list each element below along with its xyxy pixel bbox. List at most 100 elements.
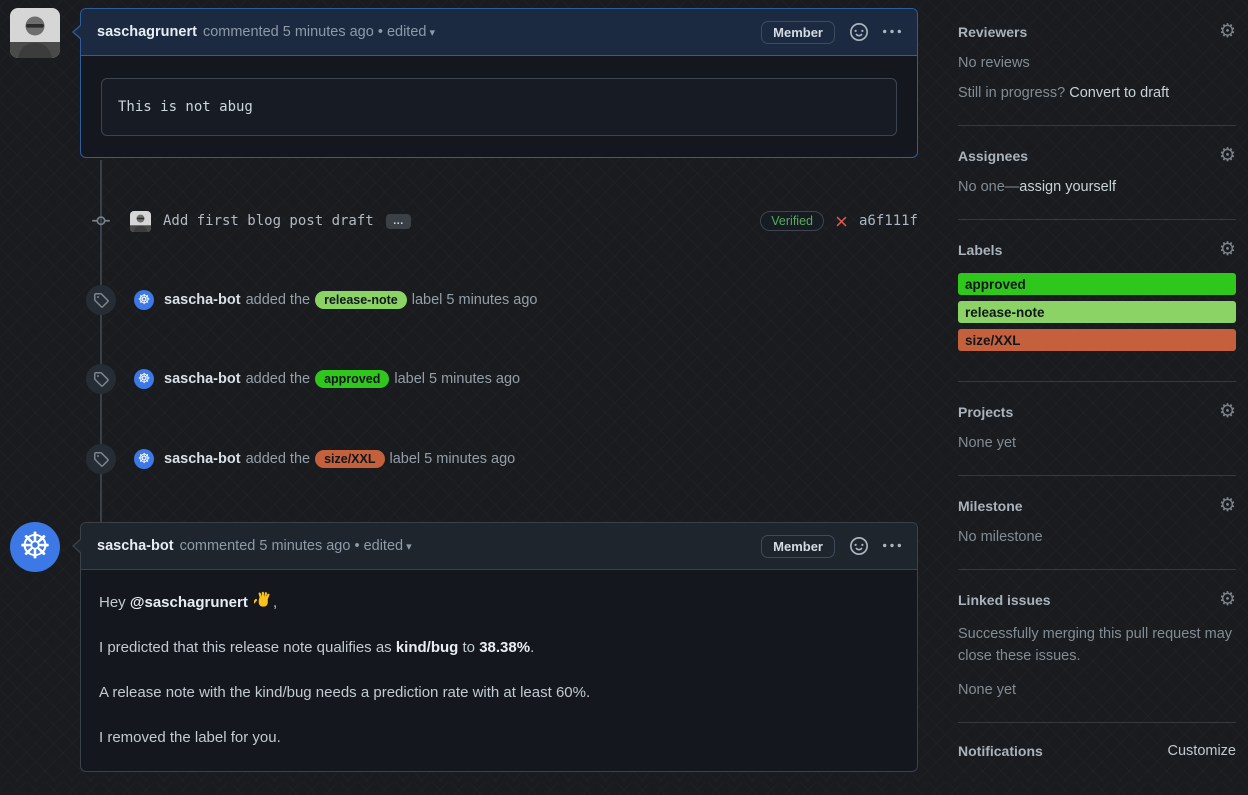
reviewers-title: Reviewers (958, 23, 1028, 40)
sidebar-section-projects: Projects ⚙ None yet (958, 382, 1236, 476)
comment-caret (72, 538, 82, 554)
smiley-icon (850, 537, 868, 555)
convert-to-draft-link[interactable]: Convert to draft (1069, 85, 1169, 101)
milestone-empty: No milestone (958, 529, 1043, 545)
linked-issues-description: Successfully merging this pull request m… (958, 626, 1233, 665)
avatar-sascha-bot-large[interactable]: ☸ (10, 522, 60, 572)
sidebar-section-linked-issues: Linked issues ⚙ Successfully merging thi… (958, 570, 1236, 723)
portrait-photo (10, 8, 60, 58)
prediction-text: I predicted that this release note quali… (99, 639, 396, 656)
event-actor[interactable]: sascha-bot (164, 292, 241, 308)
member-badge: Member (761, 20, 835, 44)
label-pill-release-note[interactable]: release-note (315, 291, 407, 309)
gear-icon[interactable]: ⚙ (1219, 240, 1236, 259)
kubernetes-wheel-icon: ☸ (137, 292, 151, 308)
kubernetes-wheel-icon: ☸ (137, 451, 151, 467)
event-action: added the (245, 451, 311, 467)
avatar-sascha-bot[interactable]: ☸ (134, 449, 154, 469)
kubernetes-wheel-icon: ☸ (137, 371, 151, 387)
comment-body: This is not abug (81, 56, 917, 152)
greeting-text: Hey (99, 594, 130, 611)
sidebar-label-release-note[interactable]: release-note (958, 301, 1236, 323)
comment-meta: commented 5 minutes ago • edited (179, 538, 404, 554)
avatar-saschagrunert[interactable] (10, 8, 60, 58)
sidebar-section-labels: Labels ⚙ approved release-note size/XXL (958, 220, 1236, 382)
event-actor[interactable]: sascha-bot (164, 371, 241, 387)
comment-header: saschagrunert commented 5 minutes ago • … (72, 9, 917, 56)
kind-bug-text: kind/bug (395, 639, 459, 656)
edited-dropdown-icon[interactable]: ▾ (429, 26, 435, 39)
portrait-photo (130, 210, 151, 232)
prediction-rate-value: 38.38% (479, 639, 531, 656)
event-action: added the (245, 371, 311, 387)
mention-saschagrunert[interactable]: @saschagrunert (130, 594, 248, 611)
kebab-horizontal-icon (883, 29, 901, 34)
commit-hash-link[interactable]: a6f111f (859, 213, 918, 229)
timeline-event-label-added: ☸ sascha-bot added the release-note labe… (86, 285, 918, 315)
gear-icon[interactable]: ⚙ (1219, 146, 1236, 165)
customize-notifications-link[interactable]: Customize (1168, 743, 1237, 759)
comment-paragraph-prediction: I predicted that this release note quali… (99, 639, 899, 656)
projects-empty: None yet (958, 435, 1017, 451)
verified-badge[interactable]: Verified (760, 211, 824, 231)
commit-expander-button[interactable]: … (385, 213, 411, 229)
member-badge: Member (761, 534, 835, 558)
gear-icon[interactable]: ⚙ (1219, 590, 1236, 609)
timeline-event-label-added: ☸ sascha-bot added the approved label 5 … (86, 364, 918, 394)
gear-icon[interactable]: ⚙ (1219, 22, 1236, 41)
event-suffix: label 5 minutes ago (389, 451, 516, 467)
sidebar-section-notifications: Notifications Customize (958, 723, 1236, 783)
check-failed-x-icon[interactable] (833, 213, 850, 230)
tag-icon (86, 285, 116, 315)
event-actor[interactable]: sascha-bot (164, 451, 241, 467)
comment-options-button[interactable] (883, 23, 901, 41)
notifications-title: Notifications (958, 742, 1043, 759)
comment-author[interactable]: sascha-bot (97, 538, 174, 554)
comment-sascha-bot: sascha-bot commented 5 minutes ago • edi… (72, 522, 918, 772)
comment-paragraph-greeting: Hey @saschagrunert , (99, 591, 899, 611)
linked-issues-title: Linked issues (958, 591, 1051, 608)
milestone-title: Milestone (958, 497, 1023, 514)
comment-paragraph-requirement: A release note with the kind/bug needs a… (99, 684, 591, 701)
reviewers-empty: No reviews (958, 55, 1030, 71)
tag-icon (86, 364, 116, 394)
git-commit-icon (92, 216, 110, 226)
comment-author[interactable]: saschagrunert (97, 24, 197, 40)
avatar-sascha-bot[interactable]: ☸ (134, 290, 154, 310)
edited-dropdown-icon[interactable]: ▾ (406, 540, 412, 553)
comment-body: Hey @saschagrunert , I predicted that th… (81, 570, 917, 795)
code-block: This is not abug (101, 78, 897, 136)
event-action: added the (245, 292, 311, 308)
prediction-period: . (530, 639, 535, 656)
comment-options-button[interactable] (883, 537, 901, 555)
commit-message[interactable]: Add first blog post draft (163, 213, 374, 229)
assignees-title: Assignees (958, 147, 1029, 164)
comment-meta: commented 5 minutes ago • edited (202, 24, 427, 40)
avatar-sascha-bot[interactable]: ☸ (134, 369, 154, 389)
event-suffix: label 5 minutes ago (394, 371, 521, 387)
commit-row: Add first blog post draft … Verified a6f… (85, 205, 918, 237)
emoji-reaction-button[interactable] (850, 23, 868, 41)
gear-icon[interactable]: ⚙ (1219, 496, 1236, 515)
labels-title: Labels (958, 241, 1003, 258)
emoji-reaction-button[interactable] (850, 537, 868, 555)
label-pill-approved[interactable]: approved (315, 370, 390, 388)
kebab-horizontal-icon (883, 543, 901, 548)
comment-saschagrunert: saschagrunert commented 5 minutes ago • … (72, 8, 918, 158)
projects-title: Projects (958, 403, 1014, 420)
assign-yourself-link[interactable]: assign yourself (1019, 179, 1116, 195)
commit-author-avatar[interactable] (130, 210, 151, 232)
gear-icon[interactable]: ⚙ (1219, 402, 1236, 421)
sidebar-section-assignees: Assignees ⚙ No one—assign yourself (958, 126, 1236, 220)
draft-hint-text: Still in progress? (958, 85, 1070, 101)
label-pill-size-xxl[interactable]: size/XXL (315, 450, 385, 468)
comment-paragraph-removal: I removed the label for you. (99, 729, 281, 746)
greeting-comma: , (273, 594, 278, 611)
sidebar: Reviewers ⚙ No reviews Still in progress… (958, 22, 1236, 783)
tag-icon (86, 444, 116, 474)
linked-issues-empty: None yet (958, 681, 1017, 698)
comment-header: sascha-bot commented 5 minutes ago • edi… (72, 523, 917, 570)
sidebar-label-approved[interactable]: approved (958, 273, 1236, 295)
sidebar-label-size-xxl[interactable]: size/XXL (958, 329, 1236, 351)
sidebar-section-milestone: Milestone ⚙ No milestone (958, 476, 1236, 570)
